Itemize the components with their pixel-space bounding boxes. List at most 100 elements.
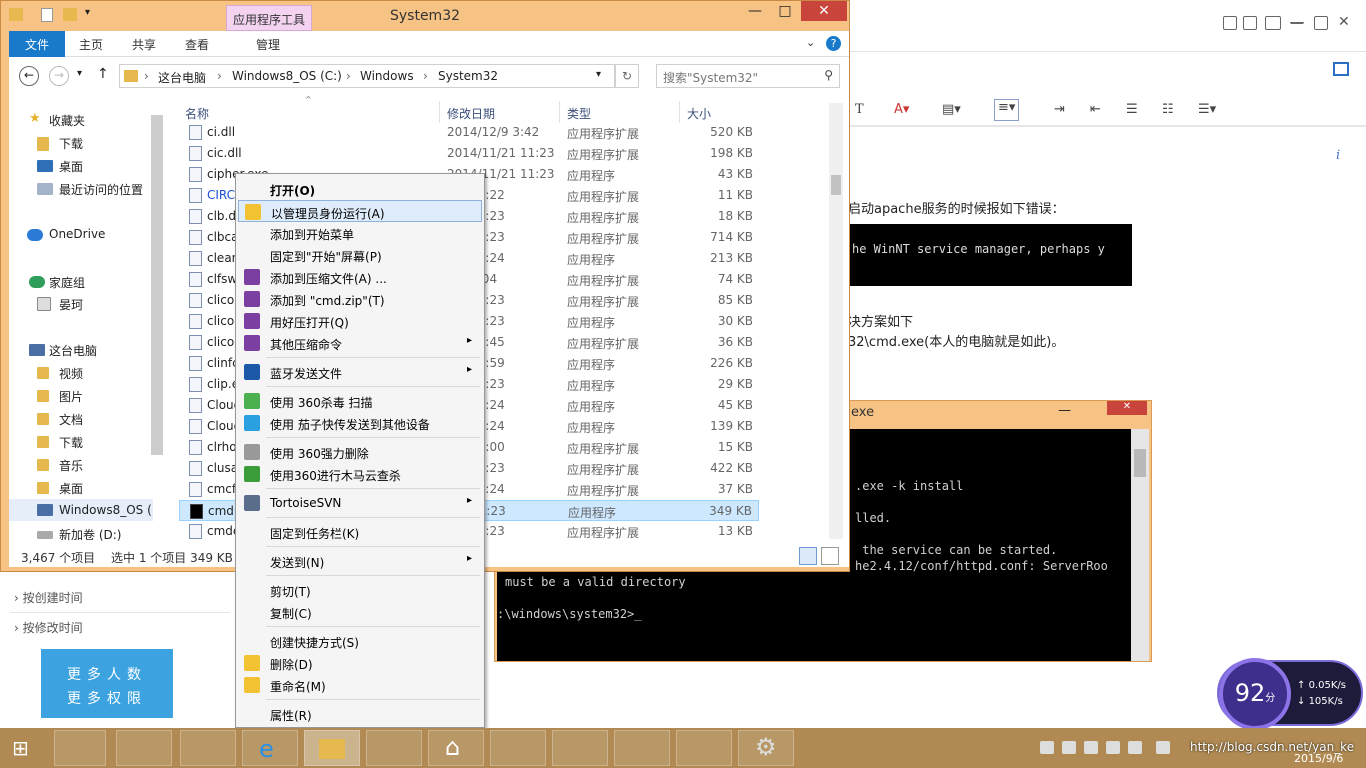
tray-icon[interactable] — [1106, 741, 1120, 754]
breadcrumb-item[interactable]: System32 — [438, 69, 498, 83]
expand-ribbon-icon[interactable]: ⌄ — [806, 36, 815, 49]
forward-button[interactable]: → — [49, 66, 69, 86]
taskbar-360[interactable] — [490, 730, 546, 766]
menu-item[interactable]: 使用360进行木马云查杀 — [238, 463, 482, 485]
sort-created-link[interactable]: › 按创建时间 — [14, 589, 83, 606]
taskbar-app-monitor[interactable] — [180, 730, 236, 766]
scroll-thumb[interactable] — [831, 175, 841, 195]
taskbar-ie[interactable]: e — [242, 730, 298, 766]
info-icon[interactable]: i — [1336, 148, 1340, 163]
menu-item[interactable]: 属性(R) — [238, 703, 482, 725]
menu-item[interactable]: 复制(C) — [238, 601, 482, 623]
format-T-icon[interactable]: T — [855, 102, 864, 117]
help-icon[interactable]: ? — [826, 36, 841, 51]
minimize-icon[interactable] — [1290, 16, 1304, 24]
minimize-button[interactable]: — — [741, 1, 769, 21]
nav-downloads2[interactable]: 下载 — [59, 434, 83, 451]
scroll-thumb[interactable] — [1134, 449, 1146, 477]
nav-downloads[interactable]: 下载 — [59, 135, 83, 152]
menu-item[interactable]: 以管理员身份运行(A) — [238, 200, 482, 222]
skin-icon[interactable] — [1265, 16, 1281, 30]
nav-thispc[interactable]: 这台电脑 — [49, 342, 97, 359]
nav-videos[interactable]: 视频 — [59, 365, 83, 382]
nav-desktop[interactable]: 桌面 — [59, 158, 83, 175]
nav-c-drive[interactable]: Windows8_OS ( — [59, 503, 152, 517]
taskbar-settings[interactable]: ⚙ — [738, 730, 794, 766]
address-dropdown-icon[interactable]: ▾ — [596, 69, 601, 80]
details-view-icon[interactable] — [799, 547, 817, 565]
align-left-icon[interactable]: ≡▾ — [994, 99, 1020, 121]
highlight-icon[interactable]: ▤▾ — [942, 102, 961, 117]
search-icon[interactable] — [1223, 16, 1237, 30]
menu-item[interactable]: 用好压打开(Q) — [238, 310, 482, 332]
menu-item[interactable]: 打开(O) — [238, 178, 482, 200]
line-spacing-icon[interactable]: ☰▾ — [1198, 102, 1216, 117]
taskbar-app-music[interactable] — [54, 730, 106, 766]
list-scrollbar[interactable] — [829, 103, 843, 539]
start-icon[interactable]: ⊞ — [12, 736, 29, 760]
menu-item[interactable]: 剪切(T) — [238, 579, 482, 601]
taskbar-game[interactable] — [552, 730, 608, 766]
nav-music[interactable]: 音乐 — [59, 457, 83, 474]
settings-icon[interactable] — [1243, 16, 1257, 30]
cmd-scrollbar[interactable] — [1131, 429, 1149, 661]
table-row[interactable]: cic.dll 2014/11/21 11:23 应用程序扩展 198 KB — [179, 143, 759, 164]
speed-gauge[interactable]: 92分 ↑ 0.05K/s ↓ 105K/s — [1217, 658, 1363, 730]
column-date[interactable]: 修改日期 — [447, 105, 495, 122]
nav-documents[interactable]: 文档 — [59, 411, 83, 428]
nav-d-drive[interactable]: 新加卷 (D:) — [59, 526, 121, 543]
menu-item[interactable]: 添加到开始菜单 — [238, 222, 482, 244]
taskbar-dota[interactable] — [614, 730, 670, 766]
tab-home[interactable]: 主页 — [79, 36, 103, 53]
tab-view[interactable]: 查看 — [185, 36, 209, 53]
outdent-icon[interactable]: ⇤ — [1090, 102, 1101, 117]
close-icon[interactable]: ✕ — [1338, 15, 1352, 30]
back-button[interactable]: ← — [19, 66, 39, 86]
minimize-icon[interactable]: — — [1058, 403, 1071, 418]
layout-icon[interactable] — [1333, 62, 1349, 76]
nav-desktop2[interactable]: 桌面 — [59, 480, 83, 497]
menu-item[interactable]: 蓝牙发送文件 ▸ — [238, 361, 482, 383]
breadcrumb-item[interactable]: Windows — [360, 69, 414, 83]
menu-item[interactable]: 添加到压缩文件(A) ... — [238, 266, 482, 288]
maximize-icon[interactable] — [1314, 16, 1328, 30]
tab-manage[interactable]: 管理 — [256, 36, 280, 53]
search-input[interactable]: 搜索"System32" ⚲ — [656, 64, 840, 88]
list-icon[interactable]: ☰ — [1126, 102, 1138, 117]
taskbar-editor[interactable] — [676, 730, 732, 766]
menu-item[interactable]: 使用 茄子快传发送到其他设备 — [238, 412, 482, 434]
nav-homegroup[interactable]: 家庭组 — [49, 274, 85, 291]
nav-favorites[interactable]: 收藏夹 — [49, 112, 85, 129]
maximize-button[interactable]: □ — [771, 1, 799, 21]
promo-banner[interactable]: 更多人数 更多权限 — [41, 649, 173, 718]
menu-item[interactable]: 使用 360杀毒 扫描 — [238, 390, 482, 412]
taskbar-notes[interactable] — [366, 730, 422, 766]
taskbar-home[interactable]: ⌂ — [428, 730, 484, 766]
tray-icon[interactable] — [1128, 741, 1142, 754]
taskbar-app-remote[interactable] — [116, 730, 172, 766]
menu-item[interactable]: 其他压缩命令 ▸ — [238, 332, 482, 354]
column-name[interactable]: 名称 — [185, 105, 209, 122]
menu-item[interactable]: TortoiseSVN ▸ — [238, 492, 482, 514]
menu-item[interactable]: 固定到"开始"屏幕(P) — [238, 244, 482, 266]
menu-item[interactable]: 创建快捷方式(S) — [238, 630, 482, 652]
column-size[interactable]: 大小 — [687, 105, 711, 122]
menu-item[interactable]: 删除(D) — [238, 652, 482, 674]
sort-modified-link[interactable]: › 按修改时间 — [14, 619, 83, 636]
nav-scrollbar[interactable] — [151, 115, 163, 455]
close-icon[interactable]: ✕ — [1107, 401, 1147, 415]
menu-item[interactable]: 发送到(N) ▸ — [238, 550, 482, 572]
large-icons-view-icon[interactable] — [821, 547, 839, 565]
up-button[interactable]: ↑ — [97, 66, 109, 82]
tab-share[interactable]: 共享 — [132, 36, 156, 53]
nav-user[interactable]: 晏珂 — [59, 296, 83, 313]
nav-recent[interactable]: 最近访问的位置 — [59, 181, 143, 198]
recent-dropdown-icon[interactable]: ▾ — [77, 68, 82, 79]
nav-onedrive[interactable]: OneDrive — [49, 227, 105, 241]
tab-file[interactable]: 文件 — [9, 31, 65, 57]
explorer-titlebar[interactable]: ▾ System32 应用程序工具 — □ ✕ — [1, 1, 849, 31]
font-color-icon[interactable]: A▾ — [894, 102, 909, 117]
tray-icon[interactable] — [1084, 741, 1098, 754]
breadcrumb-item[interactable]: Windows8_OS (C:) — [232, 69, 342, 83]
menu-item[interactable]: 使用 360强力删除 — [238, 441, 482, 463]
